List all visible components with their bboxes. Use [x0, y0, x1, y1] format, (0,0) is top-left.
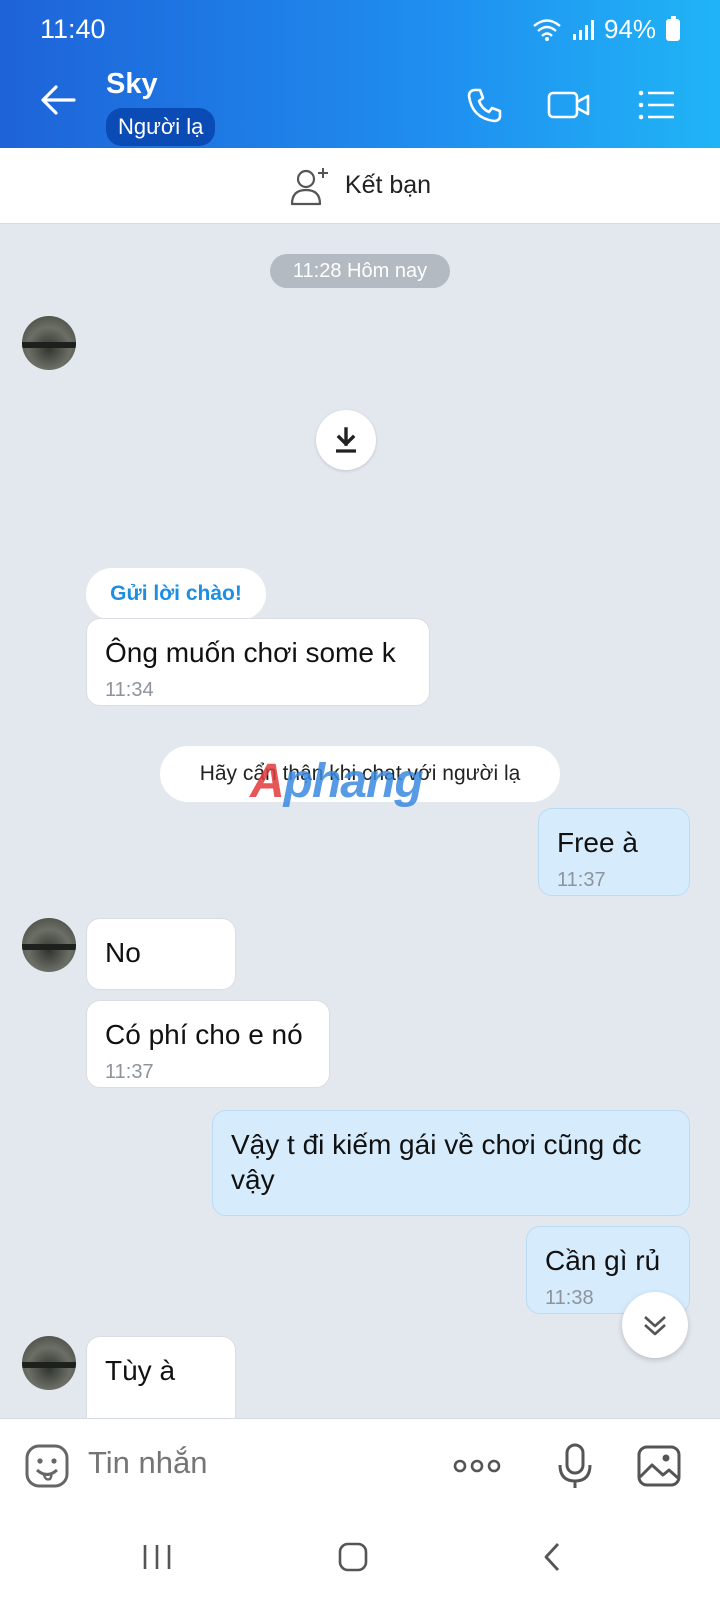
- download-icon: [336, 427, 356, 453]
- message-incoming[interactable]: Tùy à: [86, 1336, 236, 1418]
- battery-icon: [666, 15, 680, 41]
- arrow-left-icon[interactable]: [38, 80, 78, 120]
- watermark-logo: Aphang: [250, 755, 424, 808]
- message-input-bar: [0, 1418, 720, 1510]
- message-time: 11:34: [105, 679, 154, 701]
- contact-name[interactable]: Sky: [106, 68, 158, 101]
- add-user-icon: [290, 167, 328, 205]
- list-menu-icon[interactable]: [636, 84, 678, 126]
- chat-area[interactable]: 11:28 Hôm nay Gửi lời chào! Ông muốn chơ…: [0, 224, 720, 1418]
- avatar[interactable]: [22, 918, 76, 972]
- message-input[interactable]: [88, 1445, 418, 1481]
- message-text: Có phí cho e nó: [105, 1019, 303, 1050]
- signal-icon: [572, 19, 594, 40]
- battery-level: 94%: [603, 14, 656, 44]
- status-time: 11:40: [40, 14, 106, 44]
- home-icon[interactable]: [336, 1540, 370, 1574]
- status-right: 94%: [532, 14, 680, 45]
- add-friend-label: Kết bạn: [344, 171, 432, 199]
- scroll-to-bottom-button[interactable]: [622, 1292, 688, 1358]
- message-text: Tùy à: [105, 1355, 176, 1386]
- message-incoming[interactable]: Ông muốn chơi some k 11:34: [86, 618, 430, 706]
- microphone-icon[interactable]: [552, 1443, 598, 1489]
- message-outgoing[interactable]: Free à 11:37: [538, 808, 690, 896]
- system-nav-bar: [0, 1510, 720, 1600]
- message-text: No: [105, 937, 141, 968]
- message-text: Cần gì rủ: [545, 1245, 661, 1276]
- video-camera-icon[interactable]: [546, 84, 592, 126]
- avatar[interactable]: [22, 1336, 76, 1390]
- top-bar: 11:40 94% Sky Người lạ: [0, 0, 720, 148]
- double-chevron-down-icon: [644, 1316, 666, 1336]
- message-time: 11:37: [557, 869, 606, 891]
- send-greeting-button[interactable]: Gửi lời chào!: [86, 568, 266, 620]
- phone-icon[interactable]: [464, 84, 506, 126]
- add-friend-bar[interactable]: Kết bạn: [0, 148, 720, 224]
- message-outgoing[interactable]: Vậy t đi kiếm gái về chơi cũng đc vậy: [212, 1110, 690, 1216]
- message-incoming[interactable]: Có phí cho e nó 11:37: [86, 1000, 330, 1088]
- message-text: Vậy t đi kiếm gái về chơi cũng đc vậy: [231, 1129, 642, 1195]
- message-text: Ông muốn chơi some k: [105, 637, 396, 668]
- more-dots-icon[interactable]: [452, 1443, 502, 1489]
- date-separator: 11:28 Hôm nay: [270, 254, 450, 288]
- image-icon[interactable]: [636, 1443, 682, 1489]
- sticker-icon[interactable]: [24, 1443, 70, 1489]
- message-time: 11:37: [105, 1061, 154, 1083]
- wifi-icon: [533, 18, 561, 41]
- message-text: Free à: [557, 827, 638, 858]
- status-bar: 11:40 94%: [0, 0, 720, 58]
- recent-apps-icon[interactable]: [140, 1540, 174, 1574]
- avatar[interactable]: [22, 316, 76, 370]
- message-incoming[interactable]: No: [86, 918, 236, 990]
- download-button[interactable]: [316, 410, 376, 470]
- stranger-badge: Người lạ: [106, 108, 216, 146]
- back-nav-icon[interactable]: [536, 1540, 570, 1574]
- chat-header: Sky Người lạ: [0, 58, 720, 148]
